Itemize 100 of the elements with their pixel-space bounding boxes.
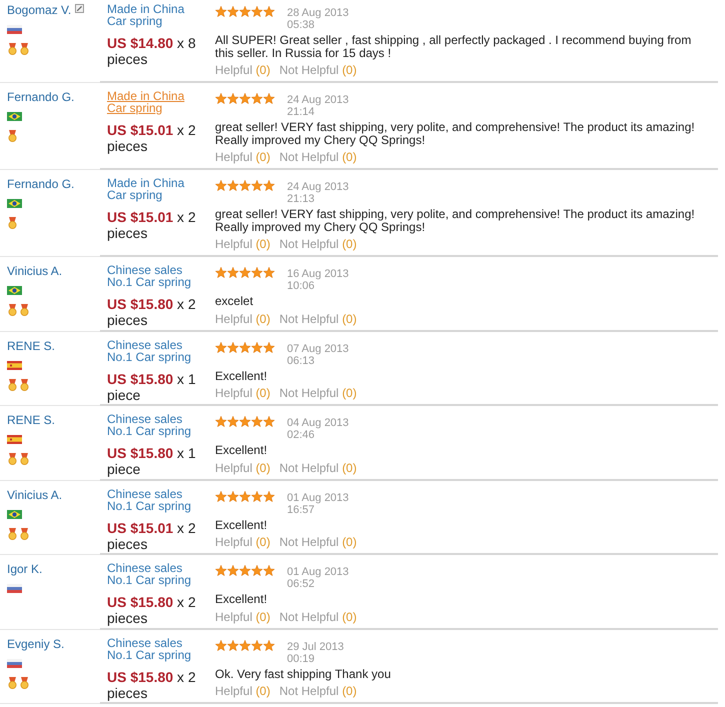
star-icon: [251, 565, 263, 577]
helpful-count: (0): [256, 312, 270, 326]
order-price: US $15.80 x 2 pieces: [107, 594, 197, 626]
review-date: 16 Aug 2013: [287, 268, 349, 280]
not-helpful-count: (0): [342, 535, 357, 549]
star-icon: [239, 267, 251, 279]
order-price: US $15.80 x 1 piece: [107, 370, 197, 402]
helpful-count: (0): [256, 684, 270, 698]
helpful-count: (0): [256, 535, 270, 549]
star-icon: [215, 565, 227, 577]
not-helpful-button[interactable]: Not Helpful (0): [279, 149, 357, 165]
star-icon: [227, 565, 239, 577]
star-icon: [215, 416, 227, 428]
helpful-button[interactable]: Helpful (0): [215, 310, 270, 326]
star-icon: [239, 6, 251, 18]
helpful-count: (0): [256, 150, 270, 164]
reviewer-name[interactable]: RENE S.: [7, 338, 56, 352]
helpful-button[interactable]: Helpful (0): [215, 460, 270, 476]
not-helpful-button[interactable]: Not Helpful (0): [279, 310, 357, 326]
reviewer-name[interactable]: Fernando G.: [7, 177, 74, 191]
helpful-button[interactable]: Helpful (0): [215, 534, 270, 550]
not-helpful-count: (0): [342, 312, 357, 326]
review-time: 02:46: [287, 429, 316, 441]
star-icon: [227, 640, 239, 652]
star-icon: [215, 6, 227, 18]
star-icon: [263, 6, 275, 18]
product-link[interactable]: Made in China Car spring: [107, 3, 205, 27]
reviewer-name[interactable]: Evgeniy S.: [7, 636, 64, 650]
helpful-count: (0): [256, 460, 270, 474]
star-icon: [227, 267, 239, 279]
helpful-button[interactable]: Helpful (0): [215, 62, 270, 78]
star-icon: [251, 267, 263, 279]
product-link[interactable]: Chinese sales No.1 Car spring: [107, 562, 205, 586]
helpful-count: (0): [256, 386, 270, 400]
star-icon: [215, 267, 227, 279]
review-text: Excellent!: [215, 593, 268, 606]
product-link[interactable]: Made in China Car spring: [107, 90, 205, 114]
star-icon: [239, 93, 251, 105]
review-date: 04 Aug 2013: [287, 417, 349, 429]
review-text: great seller! VERY fast shipping, very polite, and comprehensive! The product its amazing! Really improved my Chery QQ Springs!: [215, 208, 696, 233]
star-icon: [263, 565, 275, 577]
star-icon: [215, 93, 227, 105]
order-price: US $15.01 x 2 pieces: [107, 209, 197, 241]
star-icon: [263, 490, 275, 502]
review-text: Excellent!: [215, 444, 268, 456]
product-link[interactable]: Made in China Car spring: [107, 177, 205, 201]
not-helpful-button[interactable]: Not Helpful (0): [279, 534, 357, 550]
not-helpful-button[interactable]: Not Helpful (0): [279, 385, 357, 401]
reviewer-name[interactable]: Igor K.: [7, 562, 42, 576]
reviewer-name[interactable]: Bogomaz V.: [7, 3, 72, 17]
not-helpful-count: (0): [342, 610, 357, 624]
not-helpful-button[interactable]: Not Helpful (0): [279, 460, 357, 476]
not-helpful-count: (0): [342, 150, 357, 164]
star-icon: [239, 180, 251, 192]
star-icon: [251, 490, 263, 502]
product-link[interactable]: Chinese sales No.1 Car spring: [107, 338, 205, 362]
review-text: Excellent!: [215, 370, 268, 382]
helpful-button[interactable]: Helpful (0): [215, 149, 270, 165]
review-time: 10:06: [287, 280, 316, 292]
star-icon: [239, 640, 251, 652]
review-date: 28 Aug 2013: [287, 7, 349, 19]
review-time: 06:52: [287, 578, 316, 590]
review-time: 00:19: [287, 652, 316, 664]
reviewer-name[interactable]: Vinicius A.: [7, 264, 62, 278]
product-link[interactable]: Chinese sales No.1 Car spring: [107, 488, 205, 512]
reviewer-name[interactable]: RENE S.: [7, 413, 56, 427]
star-icon: [215, 490, 227, 502]
helpful-button[interactable]: Helpful (0): [215, 683, 270, 699]
review-time: 05:38: [287, 19, 316, 31]
star-icon: [263, 93, 275, 105]
star-icon: [227, 416, 239, 428]
helpful-button[interactable]: Helpful (0): [215, 236, 270, 252]
reviewer-name[interactable]: Fernando G.: [7, 90, 74, 104]
helpful-count: (0): [256, 237, 270, 251]
review-date: 07 Aug 2013: [287, 342, 349, 354]
not-helpful-button[interactable]: Not Helpful (0): [279, 608, 357, 624]
reviewer-name[interactable]: Vinicius A.: [7, 488, 62, 502]
star-icon: [263, 342, 275, 354]
helpful-button[interactable]: Helpful (0): [215, 608, 270, 624]
star-icon: [263, 416, 275, 428]
star-icon: [227, 93, 239, 105]
star-icon: [239, 416, 251, 428]
review-text: Ok. Very fast shipping Thank you: [215, 668, 392, 680]
edit-icon[interactable]: [75, 4, 84, 13]
star-icon: [227, 6, 239, 18]
review-time: 21:13: [287, 193, 316, 205]
product-link[interactable]: Chinese sales No.1 Car spring: [107, 413, 205, 437]
star-icon: [239, 342, 251, 354]
star-icon: [251, 416, 263, 428]
review-date: 01 Aug 2013: [287, 492, 349, 504]
star-icon: [263, 640, 275, 652]
star-icon: [251, 640, 263, 652]
product-link[interactable]: Chinese sales No.1 Car spring: [107, 636, 205, 660]
product-link[interactable]: Chinese sales No.1 Car spring: [107, 264, 205, 288]
not-helpful-button[interactable]: Not Helpful (0): [279, 683, 357, 699]
not-helpful-count: (0): [342, 684, 357, 698]
not-helpful-button[interactable]: Not Helpful (0): [279, 236, 357, 252]
not-helpful-button[interactable]: Not Helpful (0): [279, 62, 357, 78]
review-date: 24 Aug 2013: [287, 181, 349, 193]
helpful-button[interactable]: Helpful (0): [215, 385, 270, 401]
